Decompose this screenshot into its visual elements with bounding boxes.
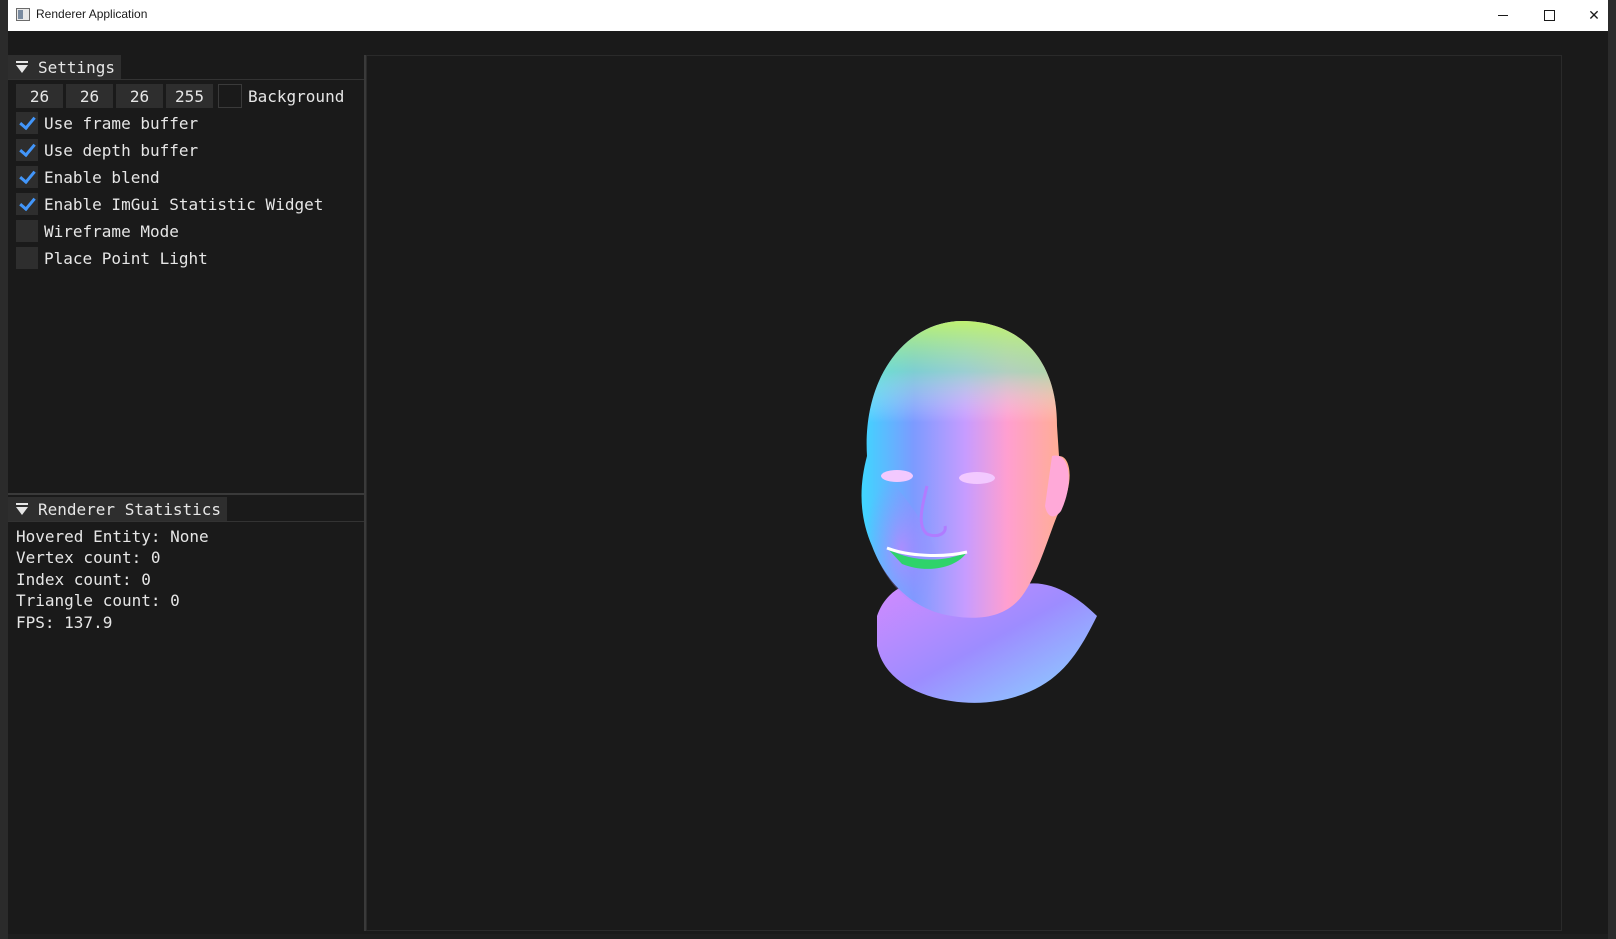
- desktop-background-right: [1608, 0, 1616, 939]
- close-button[interactable]: ✕: [1571, 0, 1616, 31]
- settings-title: Settings: [38, 57, 116, 77]
- minimize-icon: [1498, 15, 1508, 16]
- minimize-button[interactable]: [1480, 0, 1526, 31]
- render-viewport[interactable]: [366, 55, 1562, 931]
- option-label: Enable blend: [44, 167, 160, 187]
- option-wireframe-mode[interactable]: Wireframe Mode: [16, 219, 179, 243]
- option-use-frame-buffer[interactable]: Use frame buffer: [16, 111, 198, 135]
- settings-header-tab[interactable]: Settings: [8, 55, 122, 79]
- close-icon: ✕: [1588, 7, 1600, 24]
- title-bar[interactable]: Renderer Application ✕: [8, 0, 1608, 32]
- app-window-icon: [16, 8, 30, 21]
- checkbox-unchecked[interactable]: [16, 220, 38, 242]
- triangle-down-icon: [16, 61, 28, 73]
- background-label: Background: [248, 86, 345, 106]
- triangle-down-icon: [16, 503, 28, 515]
- maximize-icon: [1543, 10, 1555, 21]
- renderer-window: Renderer Application ✕ Settings 26 26 26…: [8, 0, 1608, 934]
- settings-panel: Settings 26 26 26 255 Background Use fra…: [8, 55, 366, 495]
- stat-hovered-entity: Hovered Entity: None: [16, 527, 209, 546]
- option-enable-imgui-statistic-widget[interactable]: Enable ImGui Statistic Widget: [16, 192, 323, 216]
- desktop-background-left: [0, 0, 8, 939]
- background-g-field[interactable]: 26: [66, 84, 113, 108]
- normal-shaded-head-model: [861, 321, 1097, 703]
- menu-strip: [8, 31, 1608, 55]
- option-label: Use frame buffer: [44, 113, 199, 133]
- checkmark-icon[interactable]: [16, 166, 38, 188]
- option-use-depth-buffer[interactable]: Use depth buffer: [16, 138, 198, 162]
- maximize-button[interactable]: [1526, 0, 1572, 31]
- checkmark-icon[interactable]: [16, 112, 38, 134]
- stat-vertex-count: Vertex count: 0: [16, 548, 161, 567]
- stat-triangle-count: Triangle count: 0: [16, 591, 180, 610]
- option-label: Wireframe Mode: [44, 221, 179, 241]
- background-a-field[interactable]: 255: [166, 84, 213, 108]
- option-label: Enable ImGui Statistic Widget: [44, 194, 324, 214]
- stat-index-count: Index count: 0: [16, 570, 151, 589]
- statistics-header[interactable]: Renderer Statistics: [8, 497, 364, 522]
- window-title: Renderer Application: [36, 7, 148, 21]
- statistics-header-tab[interactable]: Renderer Statistics: [8, 497, 228, 521]
- statistics-title: Renderer Statistics: [38, 499, 222, 519]
- background-color-row: 26 26 26 255 Background: [16, 84, 344, 108]
- checkmark-icon[interactable]: [16, 193, 38, 215]
- option-label: Use depth buffer: [44, 140, 199, 160]
- background-r-field[interactable]: 26: [16, 84, 63, 108]
- stat-fps: FPS: 137.9: [16, 613, 113, 632]
- checkmark-icon[interactable]: [16, 139, 38, 161]
- option-label: Place Point Light: [44, 248, 208, 268]
- background-color-swatch[interactable]: [218, 84, 242, 108]
- background-b-field[interactable]: 26: [116, 84, 163, 108]
- settings-header[interactable]: Settings: [8, 55, 364, 80]
- option-place-point-light[interactable]: Place Point Light: [16, 246, 208, 270]
- statistics-panel: Renderer Statistics Hovered Entity: None…: [8, 495, 366, 931]
- option-enable-blend[interactable]: Enable blend: [16, 165, 160, 189]
- checkbox-unchecked[interactable]: [16, 247, 38, 269]
